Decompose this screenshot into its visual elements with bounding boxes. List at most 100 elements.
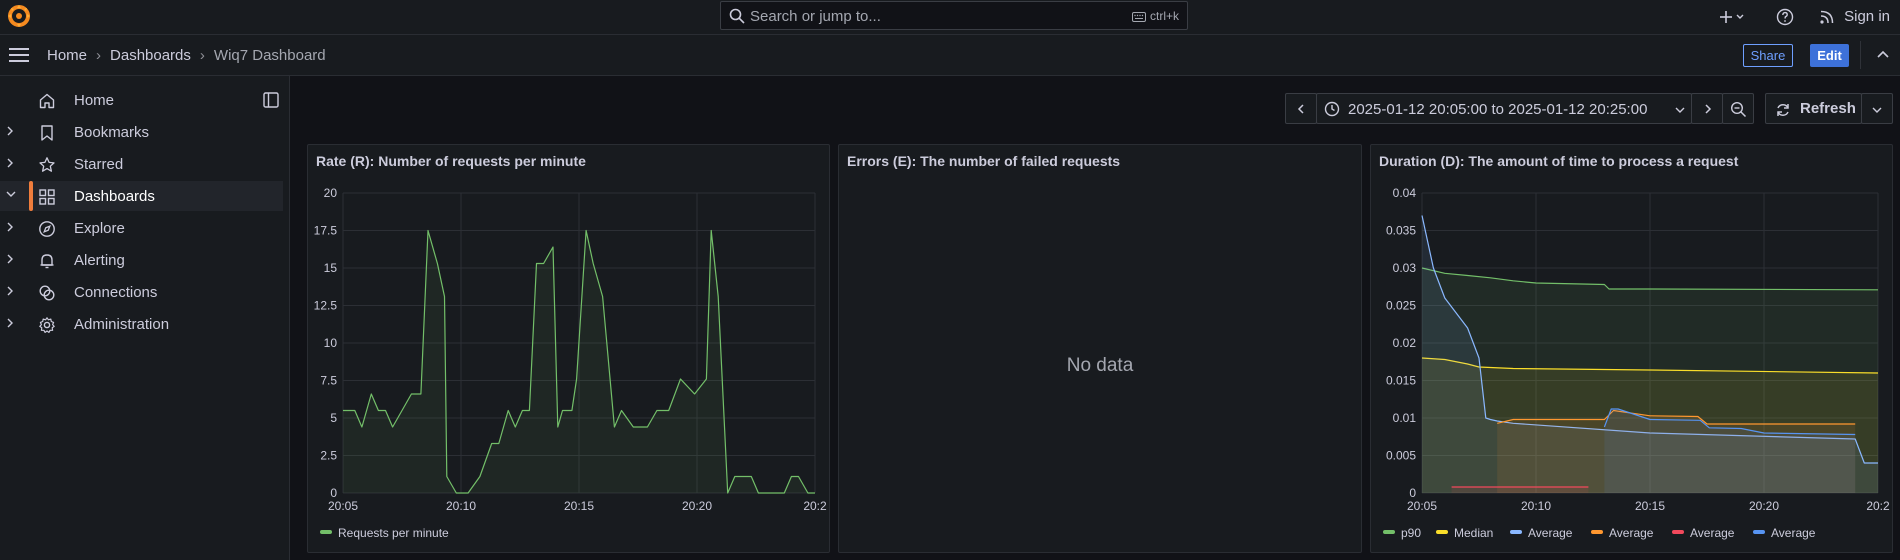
x-tick-label: 20:05 xyxy=(1407,499,1437,513)
chevron-down-icon[interactable] xyxy=(6,190,16,198)
rss-icon[interactable] xyxy=(1818,8,1836,26)
rate-chart: 0 2.5 5 7.5 10 12.5 15 17.5 20 20:05 20:10 20:15 20:… xyxy=(314,186,827,540)
y-tick-label: 0.03 xyxy=(1393,261,1417,275)
bookmark-icon xyxy=(41,125,53,141)
sidebar-item-bookmarks[interactable]: Bookmarks xyxy=(0,117,283,147)
chevron-right-icon[interactable] xyxy=(6,286,14,296)
x-tick-label: 20:15 xyxy=(564,499,594,513)
legend-label[interactable]: Requests per minute xyxy=(338,526,449,540)
dashboard-toolbar: Home › Dashboards › Wiq7 Dashboard Share Edi… xyxy=(0,35,1900,76)
legend-swatch[interactable] xyxy=(1591,530,1603,534)
sidebar-item-alerting[interactable]: Alerting xyxy=(0,245,283,275)
y-tick-label: 17.5 xyxy=(314,224,338,238)
x-tick-label: 20:2 xyxy=(1866,499,1890,513)
keyboard-icon xyxy=(1131,12,1146,22)
y-tick-label: 0.025 xyxy=(1386,299,1416,313)
panel-rate[interactable]: Rate (R): Number of requests per minute … xyxy=(307,144,830,553)
chevron-right-icon[interactable] xyxy=(6,254,14,264)
y-tick-label: 0.01 xyxy=(1393,411,1417,425)
chevron-right-icon[interactable] xyxy=(6,318,14,328)
legend-swatch[interactable] xyxy=(1672,530,1684,534)
sign-in-link[interactable]: Sign in xyxy=(1844,8,1890,25)
y-tick-label: 0 xyxy=(1409,486,1416,500)
chevron-right-icon[interactable] xyxy=(6,222,14,232)
sidebar-item-explore[interactable]: Explore xyxy=(0,213,283,243)
legend-swatch[interactable] xyxy=(1510,530,1522,534)
time-range-picker[interactable]: 2025-01-12 20:05:00 to 2025-01-12 20:25:… xyxy=(1316,93,1692,124)
search-placeholder: Search or jump to... xyxy=(750,8,881,25)
compass-icon xyxy=(39,221,55,237)
clock-icon xyxy=(1324,101,1340,117)
active-indicator xyxy=(29,181,33,211)
search-input[interactable]: Search or jump to... ctrl+k xyxy=(720,1,1188,30)
y-tick-label: 7.5 xyxy=(320,374,337,388)
chevron-down-icon xyxy=(1872,107,1882,113)
y-tick-label: 0.035 xyxy=(1386,224,1416,238)
sidebar-item-administration[interactable]: Administration xyxy=(0,309,283,339)
connections-icon xyxy=(39,285,55,301)
chevron-right-icon[interactable] xyxy=(6,158,14,168)
legend-swatch[interactable] xyxy=(1436,530,1448,534)
sidebar-item-label: Starred xyxy=(74,156,124,173)
sidebar-item-connections[interactable]: Connections xyxy=(0,277,283,307)
share-button[interactable]: Share xyxy=(1743,44,1793,67)
breadcrumb-home[interactable]: Home xyxy=(47,47,87,64)
x-tick-label: 20:10 xyxy=(446,499,476,513)
sidebar-item-label: Home xyxy=(74,92,115,109)
legend-swatch[interactable] xyxy=(1383,530,1395,534)
add-new-icon[interactable] xyxy=(1719,8,1745,26)
breadcrumb-dashboards[interactable]: Dashboards xyxy=(110,47,191,64)
search-shortcut: ctrl+k xyxy=(1131,9,1179,23)
sidebar-item-home[interactable]: Home xyxy=(0,85,283,115)
sidebar-item-label: Dashboards xyxy=(74,188,155,205)
y-tick-label: 0.02 xyxy=(1393,336,1417,350)
y-tick-label: 5 xyxy=(330,411,337,425)
dashboards-icon xyxy=(39,189,55,205)
no-data-message: No data xyxy=(1066,355,1134,376)
legend-label[interactable]: p90 xyxy=(1401,526,1421,540)
y-tick-label: 15 xyxy=(324,261,338,275)
breadcrumb-current: Wiq7 Dashboard xyxy=(213,47,326,64)
sidebar-item-label: Alerting xyxy=(74,252,125,269)
legend-label[interactable]: Average xyxy=(1609,526,1654,540)
legend-label[interactable]: Average xyxy=(1690,526,1735,540)
chevron-right-icon[interactable] xyxy=(6,126,14,136)
x-tick-label: 20:15 xyxy=(1635,499,1665,513)
help-icon[interactable] xyxy=(1776,8,1794,26)
legend-swatch[interactable] xyxy=(1753,530,1765,534)
edit-button[interactable]: Edit xyxy=(1810,44,1849,67)
y-tick-label: 2.5 xyxy=(320,449,337,463)
panel-errors[interactable]: Errors (E): The number of failed request… xyxy=(838,144,1362,553)
y-tick-label: 0.04 xyxy=(1393,186,1417,200)
menu-icon[interactable] xyxy=(9,48,29,62)
breadcrumb-separator-icon: › xyxy=(96,47,102,64)
legend-label[interactable]: Median xyxy=(1454,526,1493,540)
time-back-button[interactable] xyxy=(1285,93,1317,124)
breadcrumb-separator-icon: › xyxy=(199,47,205,64)
top-bar: Search or jump to... ctrl+k Sign in xyxy=(0,0,1900,35)
y-tick-label: 12.5 xyxy=(314,299,338,313)
bell-icon xyxy=(40,254,54,269)
grafana-logo-icon[interactable] xyxy=(6,3,32,29)
legend-label[interactable]: Average xyxy=(1771,526,1816,540)
refresh-interval-button[interactable] xyxy=(1861,93,1893,124)
chevron-down-icon xyxy=(1675,107,1685,113)
panel-duration[interactable]: Duration (D): The amount of time to proc… xyxy=(1370,144,1893,553)
chevron-up-icon[interactable] xyxy=(1876,49,1890,59)
sidebar-item-dashboards[interactable]: Dashboards xyxy=(0,181,283,211)
legend-swatch[interactable] xyxy=(320,530,332,534)
sidebar: Home Bookmarks Starred Dashboards Explor… xyxy=(0,76,290,560)
chevron-right-icon xyxy=(1705,104,1712,114)
x-tick-label: 20:10 xyxy=(1521,499,1551,513)
refresh-icon xyxy=(1777,104,1789,116)
zoom-out-button[interactable] xyxy=(1722,93,1754,124)
sidebar-item-starred[interactable]: Starred xyxy=(0,149,283,179)
panel-title: Errors (E): The number of failed request… xyxy=(847,153,1121,169)
search-shortcut-label: ctrl+k xyxy=(1149,9,1179,23)
y-tick-label: 0.005 xyxy=(1386,449,1416,463)
gear-icon xyxy=(39,317,55,333)
time-forward-button[interactable] xyxy=(1691,93,1723,124)
legend-label[interactable]: Average xyxy=(1528,526,1573,540)
x-tick-label: 20:20 xyxy=(682,499,712,513)
x-tick-label: 20:2 xyxy=(803,499,827,513)
